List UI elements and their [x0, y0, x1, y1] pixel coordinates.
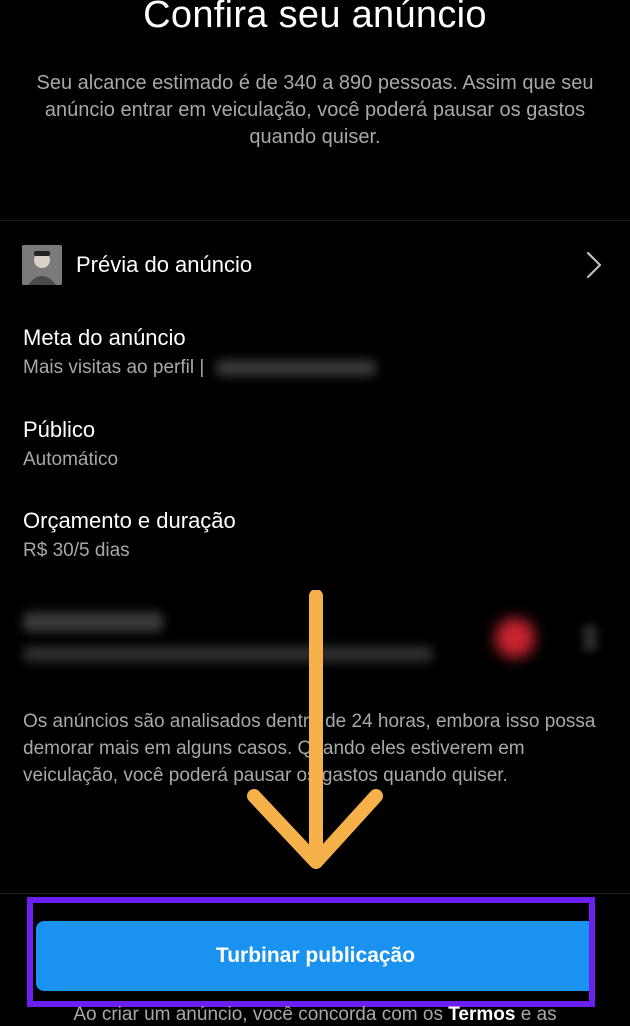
goal-section[interactable]: Meta do anúncio Mais visitas ao perfil |	[23, 323, 607, 383]
boost-post-button[interactable]: Turbinar publicação	[36, 921, 595, 991]
reach-description: Seu alcance estimado é de 340 a 890 pess…	[36, 72, 594, 148]
chevron-right-icon	[583, 625, 597, 651]
goal-value: Mais visitas ao perfil |	[23, 353, 607, 383]
ad-preview-row[interactable]: Prévia do anúncio	[22, 243, 608, 287]
redacted-payment-detail	[23, 646, 433, 662]
goal-title: Meta do anúncio	[23, 325, 186, 350]
terms-text: Ao criar um anúncio, você concorda com o…	[73, 1004, 443, 1025]
audience-value: Automático	[23, 449, 119, 470]
review-notice: Os anúncios são analisados dentro de 24 …	[23, 711, 596, 786]
audience-section[interactable]: Público Automático	[23, 415, 607, 475]
redacted-profile	[216, 360, 377, 376]
chevron-right-icon[interactable]	[580, 245, 608, 285]
budget-value: R$ 30/5 dias	[23, 540, 130, 561]
terms-link[interactable]: Termos	[448, 1004, 515, 1025]
redacted-payment-title	[23, 612, 163, 632]
budget-title: Orçamento e duração	[23, 508, 236, 533]
payment-section[interactable]	[23, 600, 607, 675]
page-title: Confira seu anúncio	[143, 0, 487, 36]
budget-section[interactable]: Orçamento e duração R$ 30/5 dias	[23, 506, 607, 566]
goal-value-text: Mais visitas ao perfil |	[23, 357, 205, 378]
ad-preview-label: Prévia do anúncio	[76, 252, 253, 277]
footer-divider	[0, 893, 630, 894]
payment-card-icon	[495, 618, 535, 658]
terms-text-after: e as	[520, 1004, 557, 1025]
audience-title: Público	[23, 417, 96, 442]
section-divider	[0, 220, 630, 221]
terms-footer: Ao criar um anúncio, você concorda com o…	[0, 1004, 630, 1026]
avatar	[22, 245, 62, 285]
